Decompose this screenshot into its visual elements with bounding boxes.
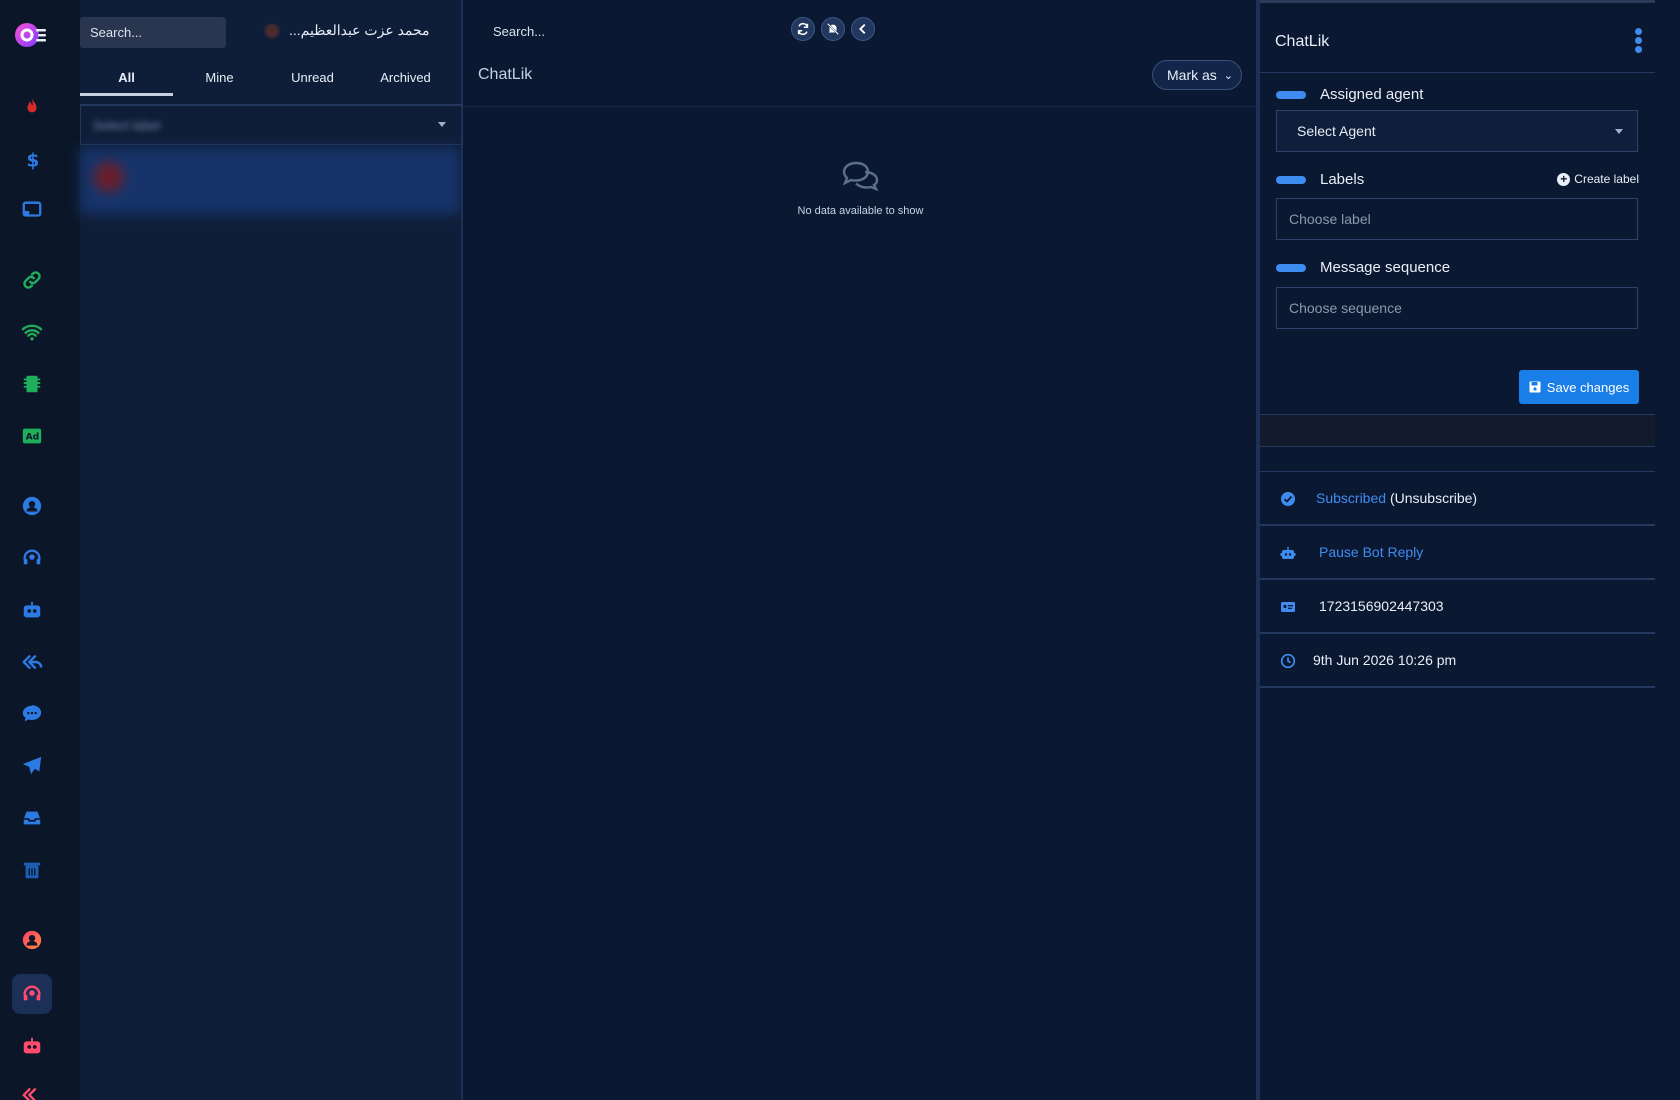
trash-icon[interactable] — [19, 857, 45, 883]
subscriber-id: 1723156902447303 — [1319, 598, 1444, 614]
unsubscribe-link[interactable]: (Unsubscribe) — [1390, 490, 1477, 506]
details-panel: ChatLik Assigned agent Select Agent Labe… — [1258, 0, 1657, 1100]
headset-icon[interactable] — [19, 545, 45, 571]
subscription-row: Subscribed (Unsubscribe) — [1260, 472, 1657, 526]
dollar-icon[interactable]: $ — [19, 146, 45, 172]
conversation-search-input[interactable]: Search... — [80, 17, 226, 48]
contact-avatar — [265, 23, 279, 38]
comments-icon — [842, 161, 878, 192]
reply-gradient-icon[interactable] — [19, 1082, 45, 1100]
conversation-tabs: All Mine Unread Archived — [80, 64, 463, 96]
section-pill — [1276, 175, 1306, 184]
refresh-icon — [797, 22, 809, 36]
app-logo-icon[interactable] — [14, 20, 48, 50]
chat-area: Search... ChatLik Mark as ⌄ No data avai… — [463, 0, 1258, 1100]
assigned-agent-label: Assigned agent — [1276, 86, 1423, 103]
chip-icon[interactable] — [19, 371, 45, 397]
robot-gradient-icon[interactable] — [19, 1033, 45, 1059]
robot-icon[interactable] — [19, 597, 45, 623]
assigned-agent-text: Assigned agent — [1320, 86, 1424, 103]
labels-text: Labels — [1320, 171, 1365, 188]
collapse-button[interactable] — [851, 17, 875, 41]
clock-icon — [1280, 653, 1296, 669]
plus-circle-icon: + — [1557, 172, 1571, 186]
avatar — [94, 162, 124, 192]
contact-name: محمد عزت عبدالعظيم... — [289, 22, 430, 38]
chat-search-input[interactable]: Search... — [493, 24, 545, 39]
agent-select-value: Select Agent — [1297, 123, 1376, 139]
tab-all[interactable]: All — [80, 64, 173, 96]
tab-mine[interactable]: Mine — [173, 64, 266, 96]
message-sequence-text: Message sequence — [1320, 259, 1451, 276]
chat-title: ChatLik — [478, 66, 533, 83]
bell-slash-icon — [827, 23, 839, 35]
mark-as-select[interactable]: Mark as ⌄ — [1152, 60, 1242, 90]
chevron-down-icon: ⌄ — [1223, 70, 1233, 82]
id-card-icon — [1280, 599, 1296, 615]
check-circle-icon — [1280, 491, 1296, 507]
chevron-down-icon — [438, 122, 446, 127]
label-input[interactable]: Choose label — [1276, 198, 1638, 240]
more-options-icon[interactable] — [1635, 28, 1643, 54]
save-changes-text: Save changes — [1546, 379, 1630, 395]
refresh-button[interactable] — [791, 17, 815, 41]
conversation-list-panel: Search... محمد عزت عبدالعظيم... All Mine… — [80, 0, 463, 1100]
label-filter-text: Select label — [93, 117, 161, 133]
robot-icon — [1280, 545, 1296, 561]
section-band — [1260, 415, 1657, 446]
ad-icon[interactable]: Ad — [19, 423, 45, 449]
pause-bot-reply-link[interactable]: Pause Bot Reply — [1319, 544, 1423, 560]
headset-gradient-icon[interactable] — [19, 981, 45, 1007]
chevron-left-icon — [859, 23, 866, 35]
svg-text:$: $ — [27, 150, 40, 170]
agent-select[interactable]: Select Agent — [1276, 110, 1638, 152]
subscribed-link[interactable]: Subscribed — [1316, 490, 1386, 506]
paper-plane-icon[interactable] — [19, 753, 45, 779]
wifi-icon[interactable] — [19, 319, 45, 345]
right-gutter — [1655, 0, 1680, 1100]
subscriber-id-row: 1723156902447303 — [1260, 580, 1657, 634]
empty-state-text: No data available to show — [797, 205, 924, 217]
user-circle-icon[interactable] — [19, 493, 45, 519]
create-label-button[interactable]: + Create label — [1557, 172, 1639, 186]
section-pill — [1276, 90, 1306, 99]
details-title: ChatLik — [1275, 33, 1330, 50]
sequence-input-placeholder: Choose sequence — [1289, 300, 1402, 316]
tab-unread[interactable]: Unread — [266, 64, 359, 96]
labels-label: Labels — [1276, 171, 1364, 188]
fire-icon[interactable] — [19, 94, 45, 120]
sidebar-rail: $ Ad — [0, 0, 80, 1100]
inbox-icon[interactable] — [19, 805, 45, 831]
contact-chip[interactable]: محمد عزت عبدالعظيم... — [265, 22, 430, 39]
link-icon[interactable] — [19, 267, 45, 293]
chat-bubble-icon[interactable] — [19, 701, 45, 727]
datetime-row: 9th Jun 2026 10:26 pm — [1260, 634, 1657, 688]
list-item[interactable] — [80, 148, 460, 214]
label-filter-select[interactable]: Select label — [80, 105, 463, 145]
message-sequence-label: Message sequence — [1276, 259, 1450, 276]
cast-icon[interactable] — [19, 197, 45, 223]
divider — [1260, 446, 1657, 447]
mute-button[interactable] — [821, 17, 845, 41]
mark-as-label: Mark as — [1167, 67, 1217, 83]
create-label-text: Create label — [1574, 172, 1639, 186]
section-pill — [1276, 263, 1306, 272]
chevron-down-icon — [1615, 129, 1623, 134]
details-header: ChatLik — [1260, 0, 1657, 73]
user-circle-gradient-icon[interactable] — [19, 927, 45, 953]
label-input-placeholder: Choose label — [1289, 211, 1371, 227]
tab-archived[interactable]: Archived — [359, 64, 452, 96]
reply-all-icon[interactable] — [19, 649, 45, 675]
floppy-disk-icon — [1529, 381, 1541, 393]
pause-bot-row: Pause Bot Reply — [1260, 526, 1657, 580]
empty-state: No data available to show — [463, 160, 1258, 217]
subscribed-datetime: 9th Jun 2026 10:26 pm — [1313, 652, 1457, 668]
divider — [463, 106, 1258, 107]
chat-action-buttons — [791, 17, 875, 41]
save-changes-button[interactable]: Save changes — [1519, 370, 1639, 404]
svg-text:Ad: Ad — [26, 432, 40, 443]
sequence-input[interactable]: Choose sequence — [1276, 287, 1638, 329]
